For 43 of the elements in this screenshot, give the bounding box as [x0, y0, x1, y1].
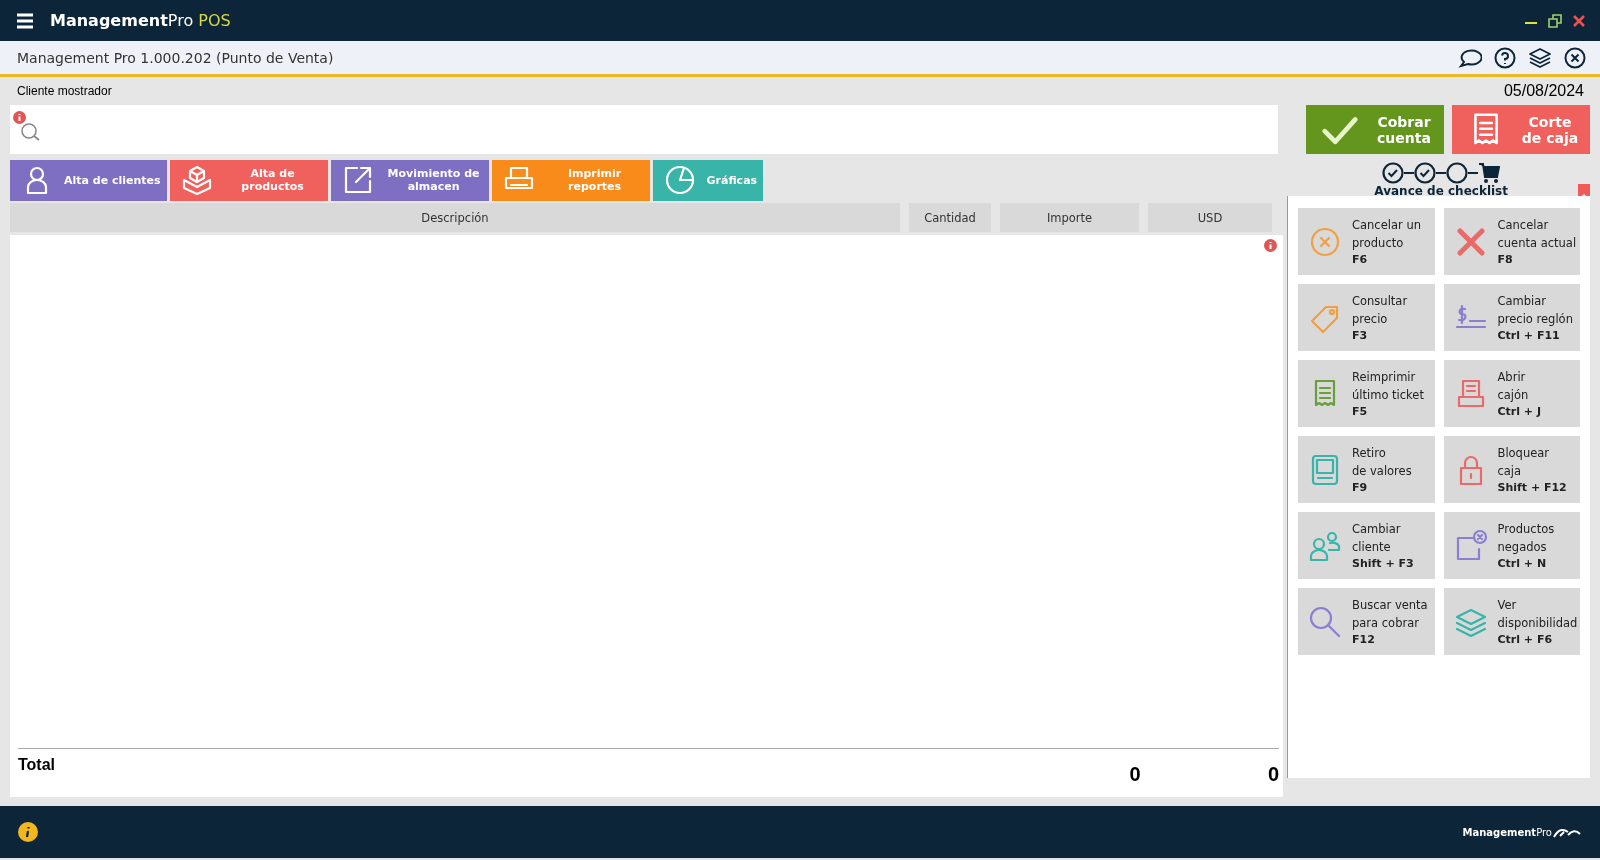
shortcut-button[interactable]: Consultar precio F3 — [1298, 284, 1435, 351]
layers-icon[interactable] — [1528, 46, 1552, 69]
app-logo: ManagementPro POS — [50, 11, 231, 30]
quick-action-button[interactable]: Movimiento de almacen — [330, 159, 489, 201]
shortcut-button[interactable]: Retiro de valores F9 — [1298, 436, 1435, 503]
checklist-label: Avance de checklist — [1374, 184, 1508, 198]
column-header: USD — [1148, 203, 1272, 232]
shortcut-button[interactable]: Cancelar un producto F6 — [1298, 208, 1435, 275]
total-value: 0 — [1266, 762, 1279, 787]
info-icon — [1264, 239, 1277, 252]
shortcut-button[interactable]: Cambiar precio reglón Ctrl + F11 — [1443, 284, 1580, 351]
shortcut-button[interactable]: Productos negados Ctrl + N — [1443, 512, 1580, 579]
info-icon[interactable] — [18, 822, 38, 842]
close-icon[interactable] — [1564, 46, 1586, 69]
quick-action-button[interactable]: Alta de clientes — [10, 159, 167, 201]
menu-icon[interactable] — [16, 12, 34, 29]
customer-label: Cliente mostrador — [16, 84, 112, 98]
step-connector — [1468, 171, 1479, 175]
shortcut-button[interactable]: Buscar venta para cobrar F12 — [1298, 588, 1435, 655]
cart-icon — [1478, 162, 1501, 184]
window-title: Management Pro 1.000.202 (Punto de Venta) — [17, 49, 334, 66]
shortcut-button[interactable]: Ver disponibilidad Ctrl + F6 — [1443, 588, 1580, 655]
shortcut-button[interactable]: Abrir cajón Ctrl + J — [1443, 360, 1580, 427]
chat-icon[interactable] — [1458, 46, 1482, 69]
help-icon[interactable] — [1494, 46, 1516, 69]
charge-button[interactable]: Cobrar cuenta — [1306, 105, 1444, 154]
bookmark-icon[interactable] — [1578, 184, 1590, 199]
total-value: 0 — [1128, 762, 1141, 787]
column-header: Cantidad — [909, 203, 991, 232]
restore-icon[interactable] — [1548, 13, 1562, 28]
date-label: 05/08/2024 — [1503, 82, 1585, 100]
shortcut-button[interactable]: Bloquear caja Shift + F12 — [1443, 436, 1580, 503]
shortcut-button[interactable]: Cancelar cuenta actual F8 — [1443, 208, 1580, 275]
total-label: Total — [18, 755, 56, 775]
column-header: Descripción — [10, 203, 900, 232]
step-connector — [1404, 171, 1415, 175]
info-icon — [13, 111, 26, 124]
step-connector — [1436, 171, 1447, 175]
footer-logo: ManagementPro — [1462, 826, 1552, 838]
column-header: Importe — [1000, 203, 1139, 232]
search-field[interactable] — [10, 105, 1278, 154]
shortcut-button[interactable]: Reimprimir último ticket F5 — [1298, 360, 1435, 427]
shortcut-button[interactable]: Cambiar cliente Shift + F3 — [1298, 512, 1435, 579]
